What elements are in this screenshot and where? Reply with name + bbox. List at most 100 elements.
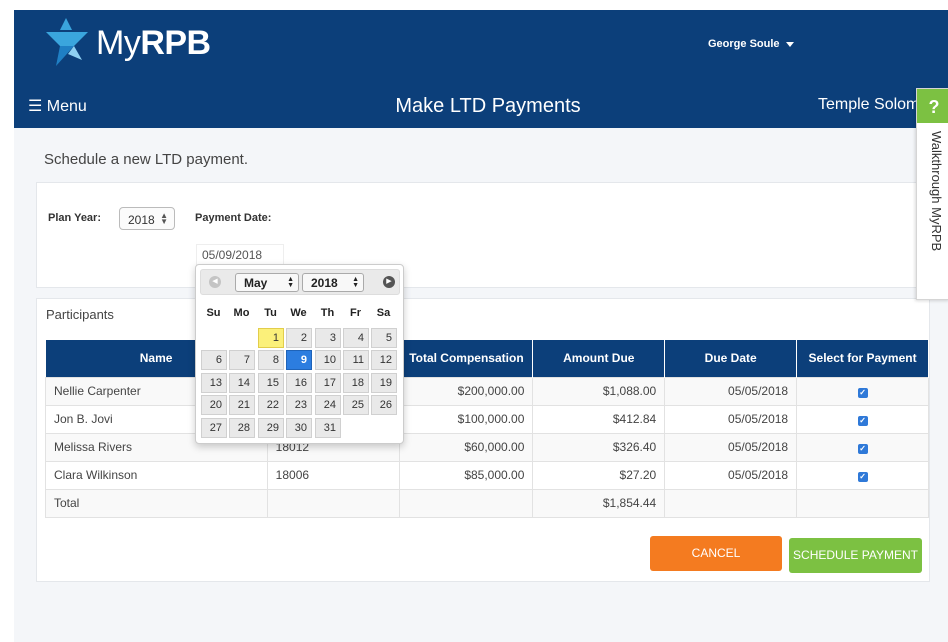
datepicker-header: ◀ May ▲ ▼ 2018 ▲ ▼ ▶ [200, 269, 400, 295]
amount-due: $326.40 [532, 432, 666, 462]
select-checkbox[interactable]: ✓ [857, 388, 868, 398]
due-date: 05/05/2018 [664, 404, 798, 434]
table-row: Nellie Carpenter $200,000.00 $1,088.00 0… [45, 376, 929, 406]
brand-my: My [96, 24, 141, 62]
walkthrough-tab[interactable]: ? Walkthrough MyRPB [916, 88, 948, 300]
calendar-day[interactable]: 26 [371, 395, 397, 415]
participant-name: Clara Wilkinson [45, 460, 268, 490]
walkthrough-label: Walkthrough MyRPB [929, 131, 944, 252]
calendar-day[interactable]: 31 [315, 418, 341, 438]
calendar-day[interactable]: 21 [229, 395, 255, 415]
select-checkbox[interactable]: ✓ [857, 472, 868, 482]
calendar-day[interactable]: 13 [201, 373, 227, 393]
total-compensation: $85,000.00 [399, 460, 534, 490]
table-total-row: Total $1,854.44 [45, 488, 929, 518]
organization-name[interactable]: Temple Solom [818, 96, 919, 114]
updown-arrows-icon: ▲ ▼ [160, 211, 168, 226]
calendar-day[interactable]: 3 [315, 328, 341, 348]
calendar-day[interactable]: 16 [286, 373, 312, 393]
app-frame: MyRPB George Soule ☰ Menu Make LTD Payme… [14, 10, 948, 642]
calendar-day[interactable]: 10 [315, 350, 341, 370]
calendar-day[interactable]: 2 [286, 328, 312, 348]
weekday-header: Tu [264, 307, 277, 319]
table-row: Melissa Rivers 18012 $60,000.00 $326.40 … [45, 432, 929, 462]
prev-month-icon[interactable]: ◀ [209, 276, 221, 288]
payment-date-input[interactable]: 05/09/2018 [196, 244, 284, 266]
select-checkbox[interactable]: ✓ [857, 444, 868, 454]
calendar-day[interactable]: 4 [343, 328, 369, 348]
calendar-day[interactable]: 29 [258, 418, 284, 438]
calendar-day-selected[interactable]: 9 [286, 350, 312, 370]
calendar-day[interactable]: 30 [286, 418, 312, 438]
select-checkbox[interactable]: ✓ [857, 416, 868, 426]
weekday-header: Sa [376, 307, 391, 319]
updown-arrows-icon: ▲ ▼ [352, 276, 359, 289]
total-compensation: $200,000.00 [399, 376, 534, 406]
plan-year-value: 2018 [128, 213, 155, 227]
user-menu[interactable]: George Soule [708, 38, 794, 50]
weekday-header: Su [206, 307, 221, 319]
year-value: 2018 [311, 276, 338, 290]
due-date: 05/05/2018 [664, 432, 798, 462]
calendar-day[interactable]: 5 [371, 328, 397, 348]
calendar-day[interactable]: 1 [258, 328, 284, 348]
month-value: May [244, 276, 268, 290]
calendar-day[interactable]: 25 [343, 395, 369, 415]
due-date: 05/05/2018 [664, 460, 798, 490]
plan-year-select[interactable]: 2018 ▲ ▼ [119, 207, 175, 230]
year-select[interactable]: 2018 ▲ ▼ [302, 273, 364, 292]
calendar-day[interactable]: 18 [343, 373, 369, 393]
month-select[interactable]: May ▲ ▼ [235, 273, 299, 292]
help-icon: ? [917, 89, 948, 123]
select-cell: ✓ [796, 376, 929, 406]
myrpb-logo-icon [46, 18, 88, 66]
due-date: 05/05/2018 [664, 376, 798, 406]
empty-cell [664, 488, 798, 518]
table-header-row: Name Total Compensation Amount Due Due D… [45, 340, 929, 377]
calendar-day[interactable]: 14 [229, 373, 255, 393]
cancel-button[interactable]: CANCEL [650, 536, 782, 571]
weekday-header: Mo [233, 307, 250, 319]
calendar-day[interactable]: 8 [258, 350, 284, 370]
select-cell: ✓ [796, 460, 929, 490]
calendar-day[interactable]: 24 [315, 395, 341, 415]
chevron-down-icon [785, 41, 794, 47]
payment-date-label: Payment Date: [195, 212, 272, 224]
calendar-day[interactable]: 28 [229, 418, 255, 438]
calendar-day[interactable]: 11 [343, 350, 369, 370]
column-header-select[interactable]: Select for Payment [796, 340, 929, 377]
total-compensation: $100,000.00 [399, 404, 534, 434]
empty-cell [266, 488, 401, 518]
calendar-day[interactable]: 15 [258, 373, 284, 393]
calendar-day[interactable]: 17 [315, 373, 341, 393]
empty-cell [796, 488, 929, 518]
total-compensation: $60,000.00 [399, 432, 534, 462]
column-header-amount-due[interactable]: Amount Due [532, 340, 666, 377]
calendar-day[interactable]: 6 [201, 350, 227, 370]
brand-logo[interactable]: MyRPB [96, 24, 211, 63]
weekday-header: Fr [350, 307, 361, 319]
plan-year-label: Plan Year: [48, 212, 101, 224]
weekday-header: Th [320, 307, 335, 319]
calendar-day[interactable]: 20 [201, 395, 227, 415]
schedule-payment-button[interactable]: SCHEDULE PAYMENT [789, 538, 922, 573]
empty-cell [399, 488, 534, 518]
calendar-day[interactable]: 27 [201, 418, 227, 438]
brand-rpb: RPB [140, 24, 211, 62]
amount-due: $27.20 [532, 460, 666, 490]
section-subtitle: Schedule a new LTD payment. [44, 151, 249, 168]
page-title: Make LTD Payments [395, 95, 581, 117]
table-row: Jon B. Jovi $100,000.00 $412.84 05/05/20… [45, 404, 929, 434]
calendar-day[interactable]: 22 [258, 395, 284, 415]
total-amount-due: $1,854.44 [532, 488, 666, 518]
calendar-day[interactable]: 23 [286, 395, 312, 415]
calendar-day[interactable]: 7 [229, 350, 255, 370]
payment-settings-card [36, 182, 930, 288]
column-header-total-compensation[interactable]: Total Compensation [399, 340, 534, 377]
calendar-day[interactable]: 19 [371, 373, 397, 393]
weekday-header: We [290, 307, 307, 319]
calendar-day[interactable]: 12 [371, 350, 397, 370]
next-month-icon[interactable]: ▶ [383, 276, 395, 288]
updown-arrows-icon: ▲ ▼ [287, 276, 294, 289]
column-header-due-date[interactable]: Due Date [664, 340, 798, 377]
